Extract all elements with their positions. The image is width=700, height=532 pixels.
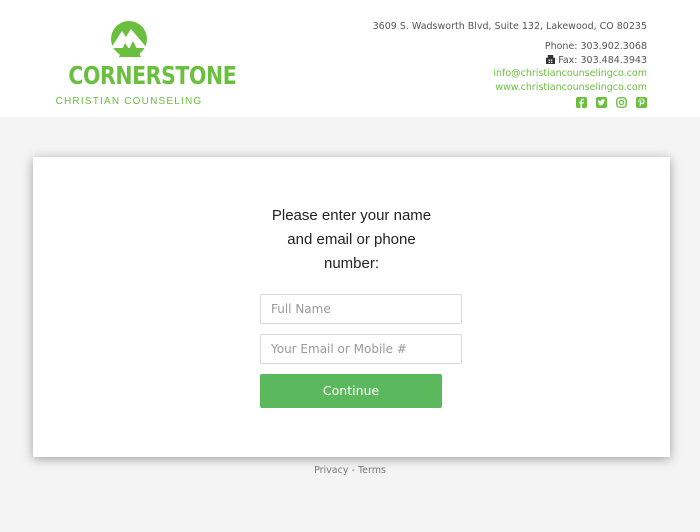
social-links: [373, 97, 647, 108]
address: 3609 S. Wadsworth Blvd, Suite 132, Lakew…: [372, 21, 647, 32]
terms-link[interactable]: Terms: [358, 465, 386, 476]
fax-line: Fax: 303.484.3943: [373, 54, 647, 68]
full-name-input[interactable]: [260, 294, 462, 324]
privacy-link[interactable]: Privacy: [314, 465, 348, 476]
instagram-icon[interactable]: [616, 97, 627, 108]
email-or-mobile-input[interactable]: [260, 334, 462, 364]
site-header: CORNERSTONE CHRISTIAN COUNSELING 3609 S.…: [0, 0, 700, 117]
fax-icon: [546, 54, 556, 64]
email-link[interactable]: info@christiancounselingco.com: [373, 67, 647, 81]
logo-name: CORNERSTONE: [68, 61, 237, 90]
prompt-line-1: Please enter your name: [271, 207, 432, 224]
website-link[interactable]: www.christiancounselingco.com: [373, 81, 647, 95]
twitter-icon[interactable]: [596, 97, 607, 108]
prompt-line-3: number:: [323, 255, 380, 272]
mountain-logo-icon: [111, 21, 147, 57]
logo-subtitle: CHRISTIAN COUNSELING: [55, 96, 203, 107]
footer-separator: -: [348, 465, 358, 476]
contact-info: 3609 S. Wadsworth Blvd, Suite 132, Lakew…: [373, 20, 647, 108]
login-card: Please enter your name and email or phon…: [33, 157, 670, 457]
phone-number: Phone: 303.902.3068: [544, 41, 647, 52]
pinterest-icon[interactable]: [636, 97, 647, 108]
form-prompt: Please enter your name and email or phon…: [33, 204, 670, 276]
facebook-icon[interactable]: [576, 97, 587, 108]
continue-button[interactable]: Continue: [260, 374, 442, 408]
fax-number: Fax: 303.484.3943: [558, 54, 647, 66]
cornerstone-logo[interactable]: CORNERSTONE CHRISTIAN COUNSELING: [55, 21, 237, 111]
footer-links: Privacy - Terms: [0, 465, 700, 476]
prompt-line-2: and email or phone: [287, 231, 416, 248]
